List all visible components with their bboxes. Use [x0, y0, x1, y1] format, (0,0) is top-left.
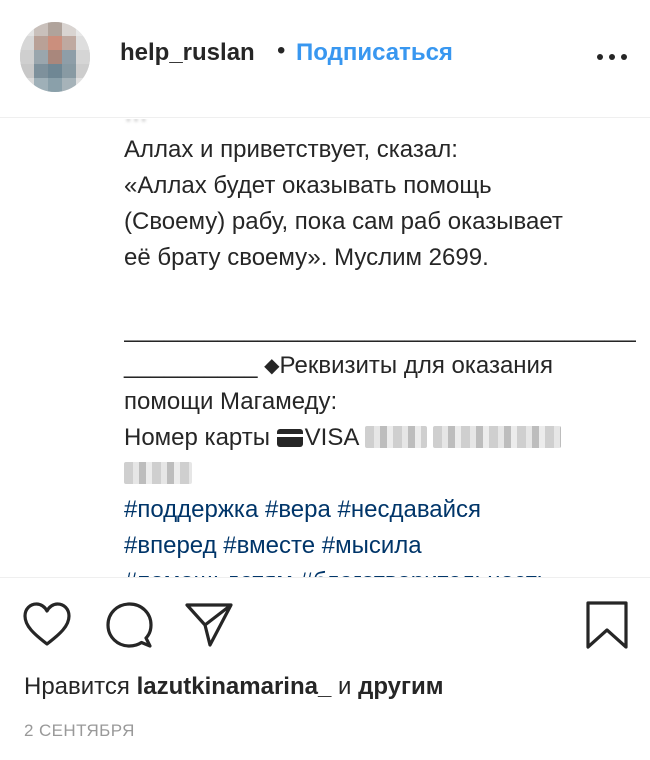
separator-tail: __________: [124, 352, 258, 379]
likes-middle: и: [331, 673, 359, 700]
redacted-card-number: [124, 462, 192, 484]
comment-icon: [106, 602, 153, 648]
hashtag-link[interactable]: #вперед: [124, 532, 217, 559]
hashtag-link[interactable]: #мысила: [322, 532, 422, 559]
separator-line: ________________________________________…: [124, 316, 636, 343]
caption-line: её брату своему». Муслим 2699.: [124, 244, 489, 271]
post-date[interactable]: 2 СЕНТЯБРЯ: [24, 721, 135, 741]
share-button[interactable]: [184, 600, 234, 650]
heart-icon: [23, 602, 71, 646]
hashtag-link[interactable]: #помощьдетям: [124, 568, 293, 577]
likes-others-link[interactable]: другим: [358, 673, 443, 700]
username-link[interactable]: help_ruslan: [120, 39, 255, 67]
caption-line: (Своему) рабу, пока сам раб оказывает: [124, 208, 563, 235]
liker-username-link[interactable]: lazutkinamarina_: [137, 673, 332, 700]
caption-line: «Аллах будет оказывать помощь: [124, 172, 492, 199]
clipped-text-line: …: [124, 119, 644, 132]
follow-button[interactable]: Подписаться: [296, 39, 453, 67]
requisites-text: Реквизиты для оказания: [279, 352, 553, 379]
hashtag-link[interactable]: #поддержка: [124, 496, 258, 523]
hashtag-link[interactable]: #вера: [265, 496, 331, 523]
comment-button[interactable]: [104, 600, 154, 650]
save-button[interactable]: [582, 600, 632, 650]
post-header: help_ruslan • Подписаться: [0, 0, 650, 118]
separator-dot: •: [277, 37, 286, 64]
hashtag-line: #помощьдетям #благотворительность: [124, 564, 644, 577]
avatar[interactable]: [20, 22, 90, 92]
likes-prefix: Нравится: [24, 673, 137, 700]
likes-summary: Нравится lazutkinamarina_ и другим: [24, 673, 444, 701]
card-brand: VISA: [304, 424, 359, 451]
requisites-line: __________ ◆Реквизиты для оказания: [124, 348, 644, 384]
action-bar: [0, 578, 650, 658]
like-button[interactable]: [22, 600, 72, 650]
caption-line: Аллах и приветствует, сказал:: [124, 136, 458, 163]
redacted-card-number: [433, 426, 562, 448]
credit-card-icon: [276, 429, 303, 447]
card-label: Номер карты: [124, 424, 277, 451]
diamond-icon: ◆: [264, 355, 280, 377]
redacted-card-number: [364, 426, 427, 448]
hashtag-link[interactable]: #вместе: [223, 532, 315, 559]
hashtag-link[interactable]: #несдавайся: [338, 496, 482, 523]
more-options-button[interactable]: [594, 41, 630, 71]
hashtag-line: #поддержка #вера #несдавайся: [124, 492, 644, 528]
bookmark-icon: [586, 601, 628, 649]
paper-plane-icon: [185, 603, 233, 647]
requisites-text-2: помощи Магамеду:: [124, 388, 338, 415]
card-line-2: [124, 456, 644, 492]
card-line: Номер карты VISA: [124, 420, 644, 456]
hashtag-line: #вперед #вместе #мысила: [124, 528, 644, 564]
hashtag-link[interactable]: #благотворительность: [300, 568, 550, 577]
post-caption: … Аллах и приветствует, сказал: «Аллах б…: [0, 119, 650, 577]
